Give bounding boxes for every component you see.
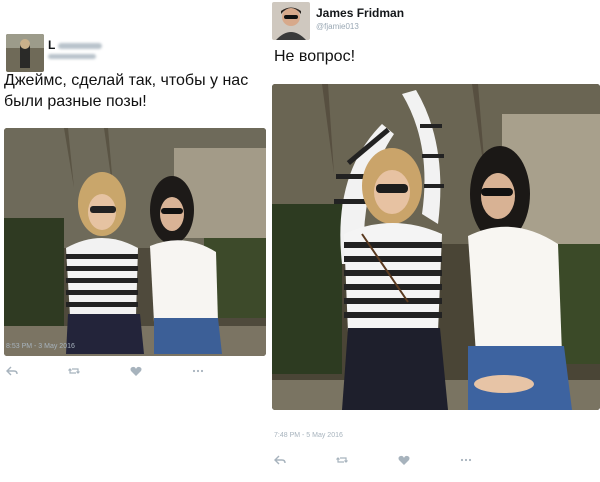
- redacted-name: [58, 42, 103, 49]
- like-button[interactable]: [398, 452, 460, 468]
- author-handle: [48, 52, 96, 61]
- tweet-photo[interactable]: [4, 128, 266, 356]
- timestamp[interactable]: 8:53 PM - 3 May 2016: [6, 343, 75, 350]
- redacted-handle: [48, 54, 96, 60]
- retweet-button[interactable]: [336, 452, 398, 468]
- action-bar: [6, 363, 254, 379]
- timestamp[interactable]: 7:48 PM - 5 May 2016: [274, 432, 343, 439]
- retweet-button[interactable]: [68, 363, 130, 379]
- retweet-icon: [336, 457, 348, 463]
- reply-icon: [274, 455, 286, 465]
- more-icon: [192, 369, 204, 373]
- author-handle[interactable]: @fjamie013: [316, 22, 359, 31]
- avatar[interactable]: [272, 2, 310, 40]
- more-icon: [460, 458, 472, 462]
- retweet-icon: [68, 368, 80, 374]
- more-button[interactable]: [460, 452, 522, 468]
- reply-tweet: James Fridman @fjamie013 Не вопрос! 7:48…: [270, 0, 600, 482]
- author-name-text: L: [48, 38, 56, 52]
- tweet-text: Не вопрос!: [274, 48, 356, 65]
- action-bar: [274, 452, 522, 468]
- original-tweet: L Джеймс, сделай так, чтобы у нас были р…: [0, 28, 272, 388]
- reply-icon: [6, 366, 18, 376]
- avatar[interactable]: [6, 34, 44, 72]
- like-button[interactable]: [130, 363, 192, 379]
- more-button[interactable]: [192, 363, 254, 379]
- reply-button[interactable]: [6, 363, 68, 379]
- tweet-text: Джеймс, сделай так, чтобы у нас были раз…: [4, 72, 249, 110]
- author-name[interactable]: L: [48, 38, 103, 52]
- like-icon: [398, 455, 410, 465]
- author-name[interactable]: James Fridman: [316, 6, 404, 20]
- like-icon: [130, 366, 142, 376]
- reply-button[interactable]: [274, 452, 336, 468]
- tweet-photo[interactable]: [272, 84, 600, 410]
